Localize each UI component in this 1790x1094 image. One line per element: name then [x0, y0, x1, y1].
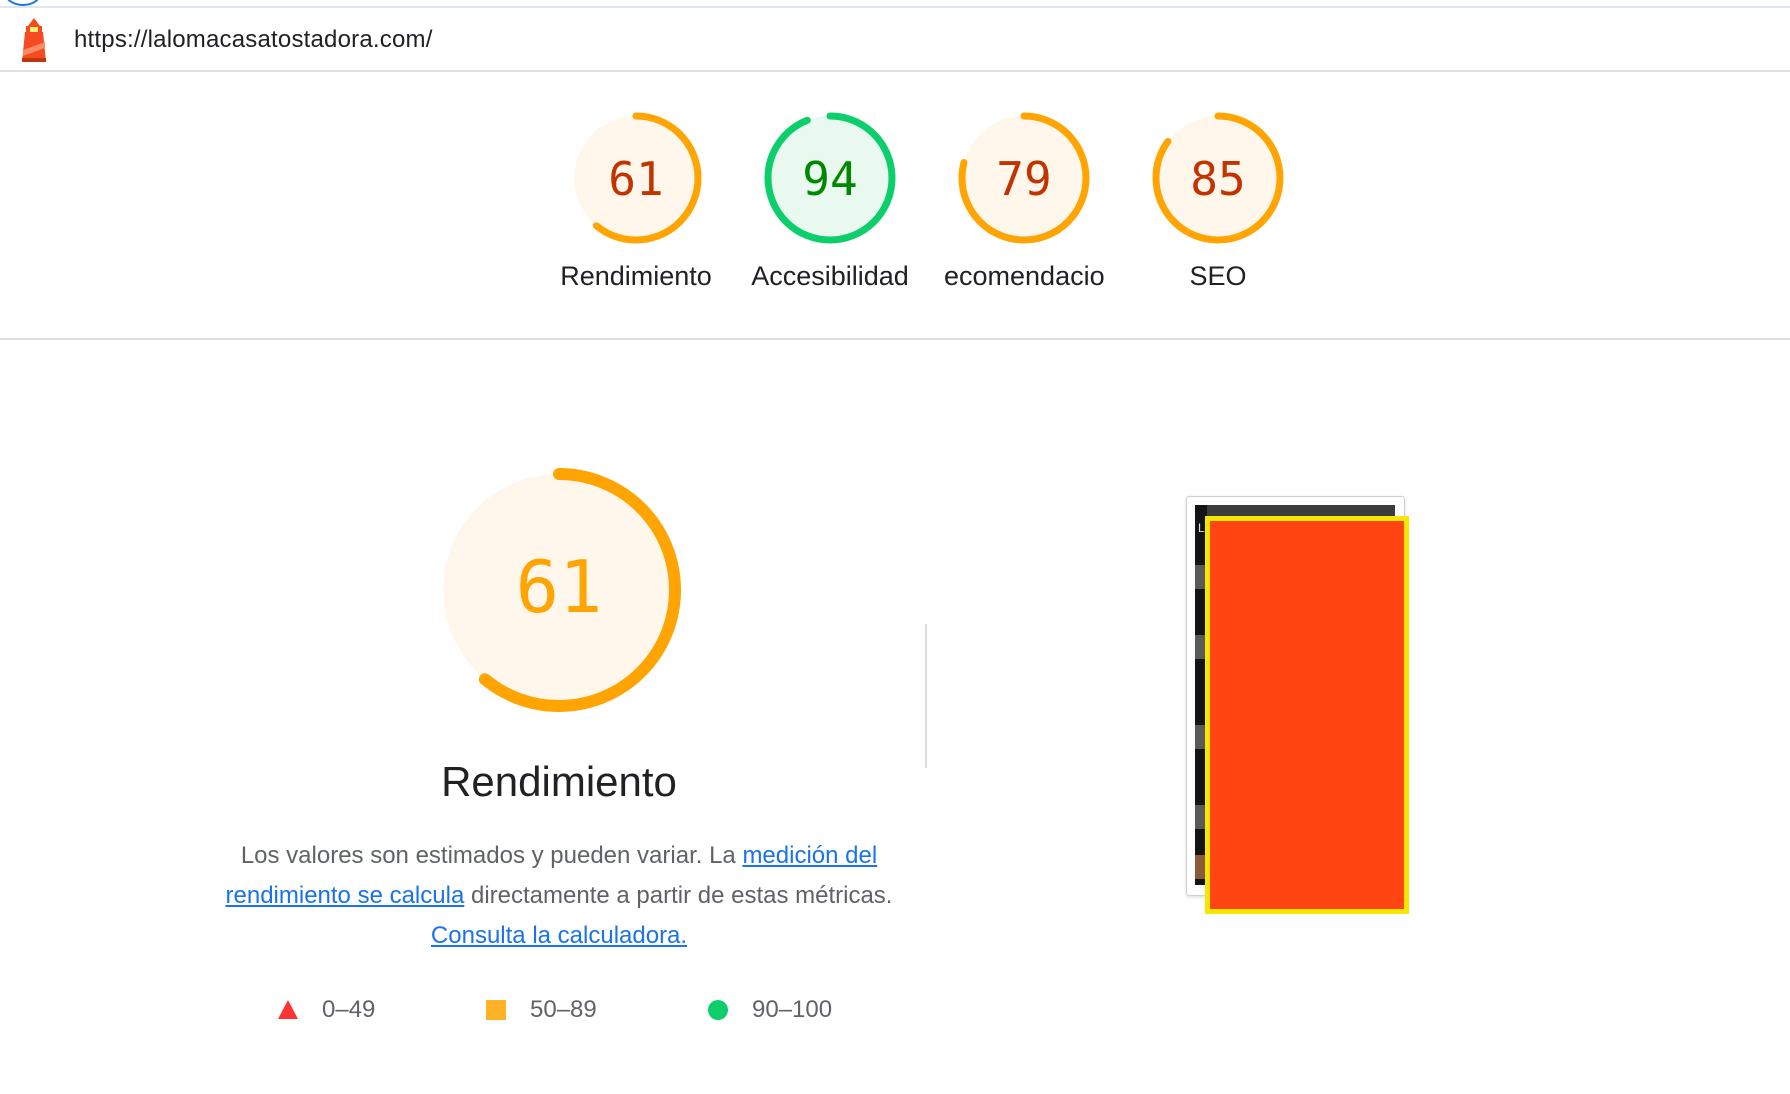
performance-description: Los valores son estimados y pueden varia… — [225, 836, 893, 956]
gauge-seo[interactable]: 85 SEO — [1130, 108, 1306, 318]
legend-pass-range: 90–100 — [752, 996, 833, 1023]
triangle-fail-icon — [278, 1000, 298, 1019]
lighthouse-icon — [22, 18, 46, 62]
category-scores: 61 Rendimiento 94 Accesibilidad 79 ecome… — [0, 70, 1790, 340]
performance-title: Rendimiento — [441, 758, 677, 805]
circle-pass-icon — [708, 1000, 728, 1020]
gauge-best-practices[interactable]: 79 ecomendacione — [936, 108, 1112, 318]
gauge-performance-ring: 61 — [570, 112, 702, 244]
performance-description-text: Los valores son estimados y pueden varia… — [240, 842, 743, 869]
gauge-best-practices-label: ecomendacione — [944, 261, 1104, 291]
screenshot-text: L — [1198, 521, 1205, 535]
element-highlight-box — [1205, 516, 1409, 914]
gauge-best-practices-ring: 79 — [958, 112, 1090, 244]
square-average-icon — [486, 1000, 506, 1020]
gauge-seo-label: SEO — [1189, 261, 1247, 291]
section-divider — [925, 624, 927, 768]
url-bar: https://lalomacasatostadora.com/ — [0, 8, 1790, 72]
legend-average-range: 50–89 — [530, 996, 597, 1023]
gauge-performance[interactable]: 61 Rendimiento — [548, 108, 724, 318]
gauge-best-practices-score: 79 — [996, 152, 1051, 206]
gauge-seo-ring: 85 — [1152, 112, 1284, 244]
performance-gauge: 61 — [437, 468, 681, 712]
url-text[interactable]: https://lalomacasatostadora.com/ — [74, 26, 433, 54]
gauge-performance-score: 61 — [608, 152, 663, 206]
gauge-accessibility-score: 94 — [802, 152, 857, 206]
gauge-accessibility-ring: 94 — [764, 112, 896, 244]
performance-score: 61 — [516, 545, 603, 629]
calculator-link[interactable]: Consulta la calculadora. — [431, 922, 687, 949]
legend-fail-range: 0–49 — [322, 996, 376, 1023]
gauge-accessibility-label: Accesibilidad — [751, 261, 909, 291]
gauge-accessibility[interactable]: 94 Accesibilidad — [742, 108, 918, 318]
score-legend: 0–49 50–89 90–100 — [272, 992, 872, 1028]
performance-description-text-2: directamente a partir de estas métricas. — [464, 882, 893, 909]
gauge-seo-score: 85 — [1190, 152, 1245, 206]
